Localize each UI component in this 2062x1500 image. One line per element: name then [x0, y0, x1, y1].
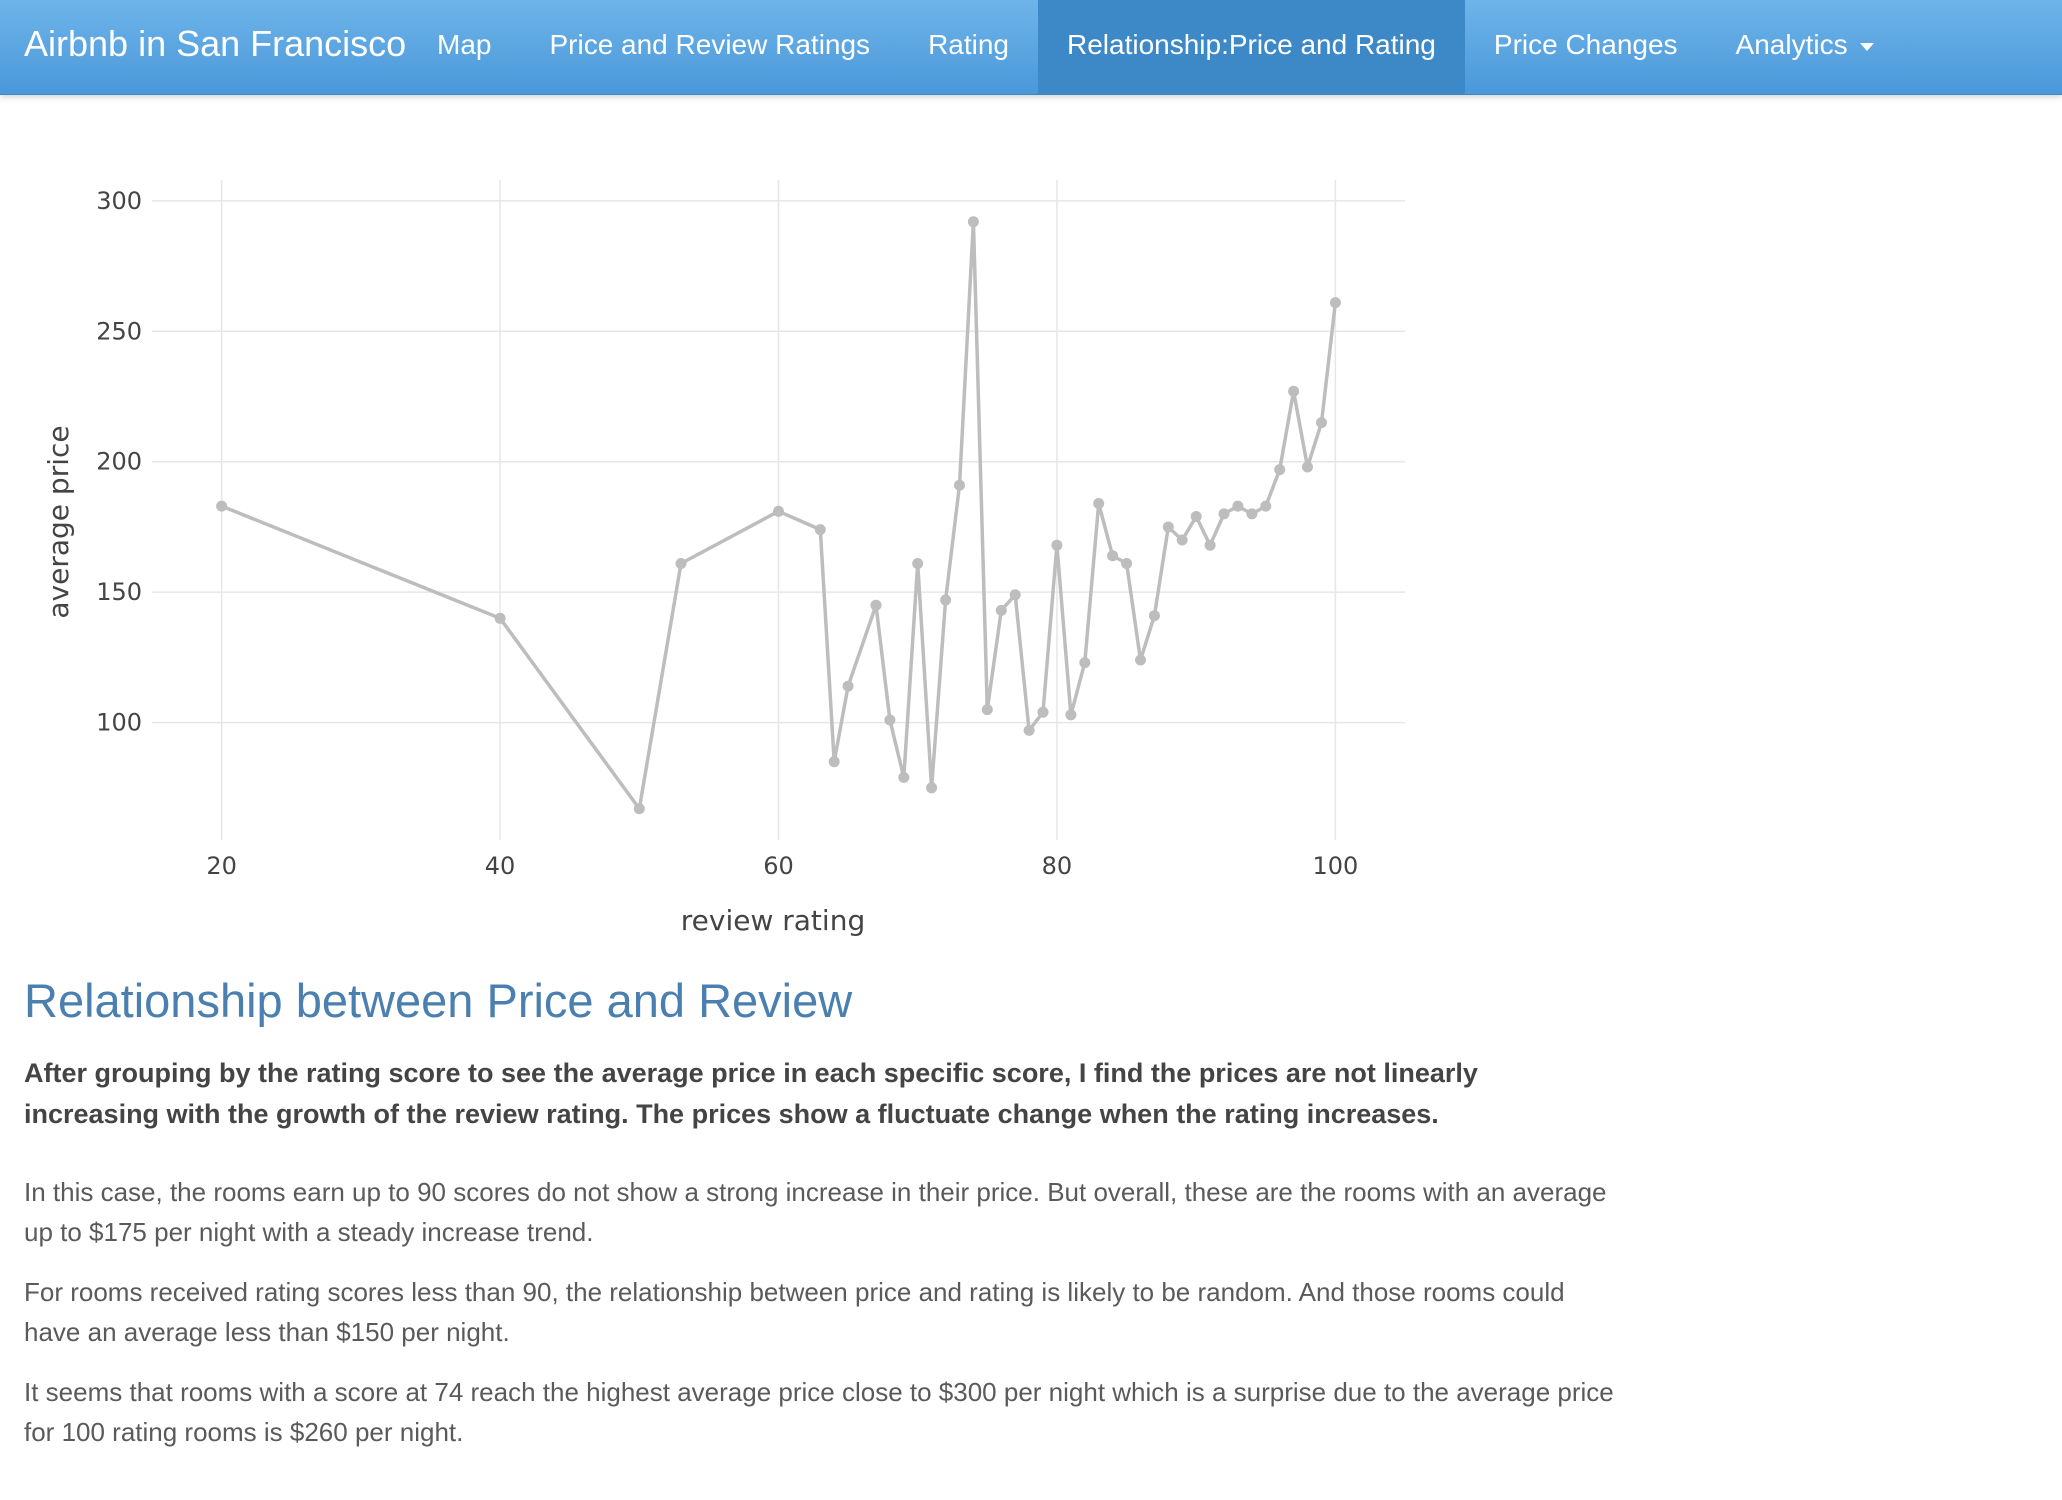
- body-paragraph-2: For rooms received rating scores less th…: [24, 1277, 1565, 1347]
- y-tick-label: 250: [96, 317, 142, 345]
- nav-item-analytics-dropdown[interactable]: Analytics: [1707, 0, 1903, 94]
- data-point[interactable]: [633, 803, 645, 815]
- x-tick-label: 80: [1042, 852, 1073, 880]
- nav-item-label: Rating: [928, 29, 1009, 60]
- navbar-brand[interactable]: Airbnb in San Francisco: [24, 0, 406, 94]
- data-point[interactable]: [773, 505, 784, 517]
- data-point[interactable]: [1288, 385, 1300, 397]
- data-point[interactable]: [1079, 657, 1091, 669]
- data-point[interactable]: [995, 604, 1007, 616]
- data-point[interactable]: [926, 782, 938, 794]
- nav-item-rating[interactable]: Rating: [899, 0, 1038, 94]
- nav-item-label: Price Changes: [1493, 29, 1678, 60]
- data-point[interactable]: [1121, 558, 1133, 569]
- data-point[interactable]: [954, 479, 965, 491]
- data-point[interactable]: [912, 558, 924, 569]
- data-point[interactable]: [1107, 550, 1119, 562]
- data-point[interactable]: [1260, 500, 1272, 512]
- x-tick-label: 20: [206, 852, 237, 880]
- data-point[interactable]: [870, 599, 882, 611]
- data-point[interactable]: [981, 704, 993, 716]
- data-point[interactable]: [1316, 417, 1327, 429]
- data-point[interactable]: [1246, 508, 1258, 520]
- x-tick-label: 60: [763, 852, 794, 880]
- y-tick-label: 150: [96, 578, 142, 606]
- body-paragraph-3: It seems that rooms with a score at 74 r…: [24, 1377, 1614, 1447]
- nav-menu: Map Price and Review Ratings Rating Rela…: [408, 0, 1903, 94]
- data-point[interactable]: [1162, 521, 1174, 533]
- y-tick-label: 300: [96, 187, 142, 215]
- data-point[interactable]: [1302, 461, 1313, 473]
- nav-item-map[interactable]: Map: [408, 0, 520, 94]
- x-tick-label: 100: [1312, 852, 1358, 880]
- x-axis-label: review rating: [681, 904, 865, 937]
- data-point[interactable]: [1176, 534, 1188, 546]
- y-tick-label: 100: [96, 709, 142, 737]
- nav-item-price-changes[interactable]: Price Changes: [1465, 0, 1707, 94]
- price-vs-rating-chart: 20 40 60 80 100 100 150 200 250 300 review rating…: [42, 180, 1405, 937]
- data-point[interactable]: [494, 612, 506, 624]
- data-point[interactable]: [1009, 589, 1021, 601]
- nav-item-price-and-review-ratings[interactable]: Price and Review Ratings: [520, 0, 899, 94]
- data-point[interactable]: [828, 756, 840, 768]
- y-tick-label: 200: [96, 448, 142, 476]
- lead-paragraph: After grouping by the rating score to se…: [24, 1058, 1478, 1129]
- data-point[interactable]: [1218, 508, 1230, 520]
- data-point[interactable]: [898, 771, 910, 783]
- data-point[interactable]: [967, 216, 979, 228]
- data-point[interactable]: [216, 500, 228, 512]
- data-point[interactable]: [884, 714, 896, 726]
- data-point[interactable]: [1037, 706, 1049, 718]
- data-point[interactable]: [1023, 724, 1035, 736]
- data-point[interactable]: [1135, 654, 1146, 666]
- navbar: Airbnb in San Francisco Map Price and Re…: [0, 0, 2062, 95]
- nav-item-relationship-price-and-rating[interactable]: Relationship:Price and Rating: [1038, 0, 1465, 94]
- nav-item-label: Map: [437, 29, 492, 60]
- section-heading: Relationship between Price and Review: [24, 974, 853, 1027]
- data-point[interactable]: [1329, 297, 1341, 309]
- body-paragraph-1: In this case, the rooms earn up to 90 sc…: [24, 1177, 1607, 1247]
- data-point[interactable]: [1190, 511, 1202, 522]
- data-point[interactable]: [1093, 498, 1105, 509]
- data-point[interactable]: [675, 558, 687, 569]
- nav-item-label: Analytics: [1735, 29, 1848, 60]
- x-tick-label: 40: [485, 852, 516, 880]
- data-point[interactable]: [1051, 539, 1063, 551]
- data-point[interactable]: [1148, 610, 1160, 622]
- nav-item-label: Relationship:Price and Rating: [1067, 29, 1436, 60]
- data-point[interactable]: [1204, 539, 1216, 551]
- data-point[interactable]: [842, 680, 854, 692]
- data-point[interactable]: [1232, 500, 1244, 512]
- y-axis-label: average price: [42, 425, 75, 618]
- data-point[interactable]: [940, 594, 952, 606]
- data-point[interactable]: [1274, 464, 1286, 476]
- data-point[interactable]: [814, 524, 826, 536]
- caret-down-icon: [1859, 42, 1874, 51]
- data-point[interactable]: [1065, 709, 1077, 721]
- nav-item-label: Price and Review Ratings: [549, 29, 871, 60]
